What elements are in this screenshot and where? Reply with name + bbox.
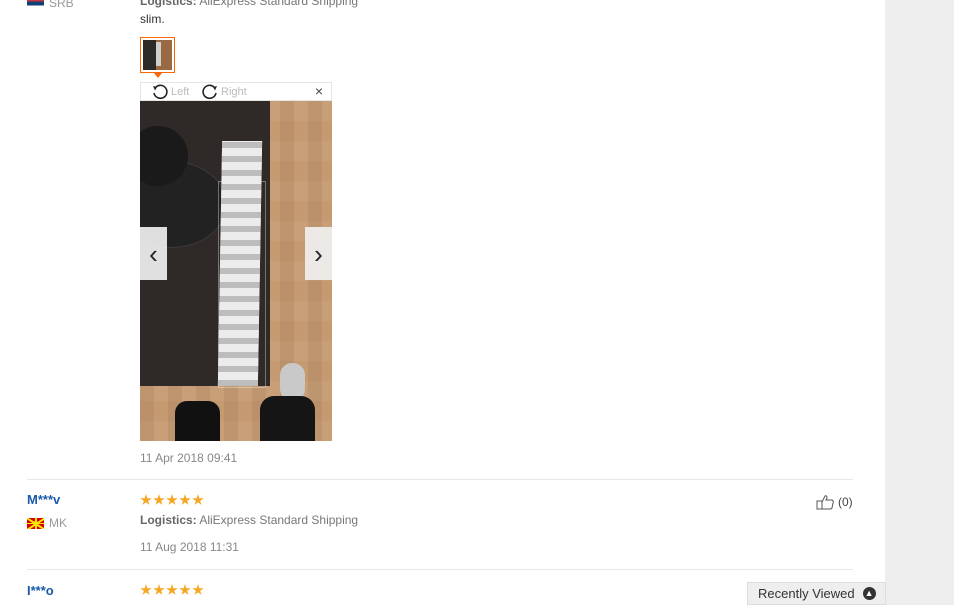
star-icon	[179, 584, 191, 595]
star-rating	[140, 584, 204, 596]
thumbnail-caret-icon	[154, 73, 162, 78]
chevron-up-icon: ▲	[862, 587, 876, 600]
logistics-info: Logistics: AliExpress Standard Shipping	[140, 513, 359, 527]
rotate-left-icon	[153, 84, 168, 99]
star-icon	[153, 494, 165, 505]
previous-photo-button[interactable]: ‹	[140, 227, 167, 280]
star-icon	[166, 494, 178, 505]
review-divider	[27, 479, 853, 480]
helpful-button[interactable]: (0)	[816, 494, 853, 510]
review-text: slim.	[140, 12, 165, 26]
photo-leg-left	[175, 401, 220, 441]
close-viewer-button[interactable]: ×	[315, 84, 323, 99]
review-photo-large: ‹ ›	[140, 101, 332, 441]
serbia-flag-icon	[27, 0, 44, 9]
photo-viewer-toolbar: Left Right ×	[140, 82, 332, 101]
logistics-info: Logistics: AliExpress Standard Shipping	[140, 0, 359, 8]
star-icon	[166, 584, 178, 595]
reviewer-name[interactable]: M***v	[27, 492, 60, 507]
review-date: 11 Aug 2018 11:31	[140, 540, 239, 554]
rotate-left-button[interactable]: Left	[151, 83, 189, 100]
star-icon	[179, 494, 191, 505]
photo-leg-right	[260, 396, 315, 441]
star-icon	[192, 584, 204, 595]
thumbnail-image	[143, 40, 172, 70]
macedonia-flag-icon	[27, 517, 44, 529]
star-rating	[140, 494, 204, 506]
star-icon	[192, 494, 204, 505]
reviewer-name[interactable]: I***o	[27, 583, 54, 598]
reviewer-country: MK	[27, 516, 67, 530]
recently-viewed-tab[interactable]: Recently Viewed ▲	[747, 582, 886, 605]
next-photo-button[interactable]: ›	[305, 227, 332, 280]
thumbs-up-icon	[816, 495, 834, 510]
star-icon	[140, 584, 152, 595]
review-date: 11 Apr 2018 09:41	[140, 451, 238, 465]
reviewer-country: SRB	[27, 0, 74, 10]
review-photo-thumbnail[interactable]	[140, 37, 175, 73]
rotate-right-button[interactable]: Right	[201, 83, 247, 100]
right-gutter	[885, 0, 954, 605]
review-divider	[27, 569, 853, 570]
photo-product	[217, 141, 263, 386]
rotate-right-icon	[202, 84, 217, 99]
star-icon	[140, 494, 152, 505]
star-icon	[153, 584, 165, 595]
